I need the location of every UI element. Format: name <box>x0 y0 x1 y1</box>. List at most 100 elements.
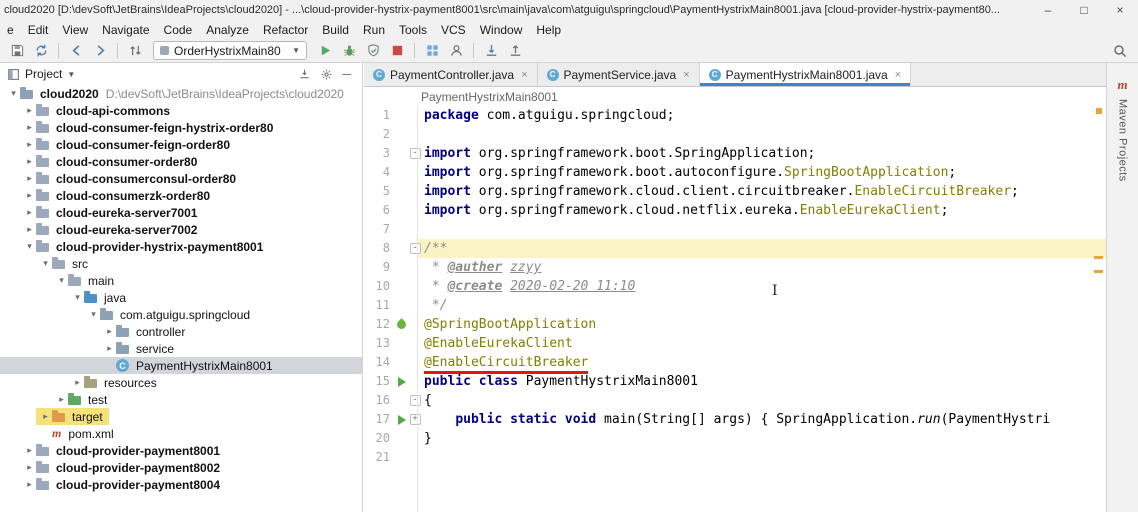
minimize-button[interactable]: – <box>1030 0 1066 20</box>
run-gutter-icon[interactable] <box>394 372 409 391</box>
menu-item-run[interactable]: Run <box>356 23 392 37</box>
tree-row[interactable]: ▾ com.atguigu.springcloud <box>0 306 362 323</box>
chevron-collapsed-icon[interactable]: ▸ <box>23 122 36 133</box>
project-panel-title[interactable]: Project <box>25 67 62 81</box>
tree-row[interactable]: ▸ target <box>0 408 362 425</box>
chevron-expanded-icon[interactable]: ▾ <box>55 275 68 286</box>
back-icon[interactable] <box>64 41 88 61</box>
code-line[interactable]: 4 import org.springframework.boot.autocon… <box>364 163 1106 182</box>
maximize-button[interactable]: □ <box>1066 0 1102 20</box>
tree-row[interactable]: ▸ cloud-provider-payment8001 <box>0 442 362 459</box>
code-line[interactable]: 7 <box>364 220 1106 239</box>
tree-row[interactable]: ▸ cloud-eureka-server7002 <box>0 221 362 238</box>
close-button[interactable]: × <box>1102 0 1138 20</box>
menu-item-code[interactable]: Code <box>157 23 200 37</box>
menu-item-e[interactable]: e <box>0 23 21 37</box>
menu-item-analyze[interactable]: Analyze <box>199 23 256 37</box>
tree-row[interactable]: ▸ resources <box>0 374 362 391</box>
code-line[interactable]: 17 + public static void main(String[] arg… <box>364 410 1106 429</box>
tree-row[interactable]: ▸ cloud-provider-payment8004 <box>0 476 362 493</box>
chevron-collapsed-icon[interactable]: ▸ <box>23 173 36 184</box>
maven-projects-tab[interactable]: Maven Projects <box>1117 99 1129 182</box>
code-line[interactable]: 14 @EnableCircuitBreaker <box>364 353 1106 374</box>
code-line[interactable]: 15 public class PaymentHystrixMain8001 <box>364 372 1106 391</box>
menu-item-vcs[interactable]: VCS <box>434 23 473 37</box>
fold-marker[interactable]: - <box>409 239 421 258</box>
code-line[interactable]: 13 @EnableEurekaClient <box>364 334 1106 353</box>
collapse-all-icon[interactable] <box>298 68 311 81</box>
code-line[interactable]: 21 <box>364 448 1106 467</box>
warning-stripe-mark[interactable] <box>1094 256 1103 259</box>
vcs-update-icon[interactable] <box>479 41 503 61</box>
run-with-coverage-button[interactable] <box>361 41 385 61</box>
chevron-collapsed-icon[interactable]: ▸ <box>23 479 36 490</box>
chevron-down-icon[interactable]: ▼ <box>67 70 75 79</box>
menu-item-window[interactable]: Window <box>473 23 530 37</box>
chevron-expanded-icon[interactable]: ▾ <box>87 309 100 320</box>
close-icon[interactable]: × <box>683 69 689 81</box>
close-icon[interactable]: × <box>521 69 527 81</box>
chevron-expanded-icon[interactable]: ▾ <box>23 241 36 252</box>
chevron-collapsed-icon[interactable]: ▸ <box>71 377 84 388</box>
warning-stripe-mark[interactable] <box>1094 270 1103 273</box>
tree-row[interactable]: C PaymentHystrixMain8001 <box>0 357 362 374</box>
tree-row[interactable]: ▾ src <box>0 255 362 272</box>
code-line[interactable]: 10 * @create 2020-02-20 11:10 <box>364 277 1106 296</box>
save-all-icon[interactable] <box>5 41 29 61</box>
chevron-collapsed-icon[interactable]: ▸ <box>23 445 36 456</box>
chevron-collapsed-icon[interactable]: ▸ <box>39 411 52 422</box>
code-line[interactable]: 11 */ <box>364 296 1106 315</box>
code-line[interactable]: 6 import org.springframework.cloud.netfli… <box>364 201 1106 220</box>
synchronize-icon[interactable] <box>29 41 53 61</box>
fold-marker[interactable]: + <box>409 410 421 429</box>
menu-item-build[interactable]: Build <box>315 23 356 37</box>
tree-row[interactable]: ▾ cloud-provider-hystrix-payment8001 <box>0 238 362 255</box>
chevron-collapsed-icon[interactable]: ▸ <box>23 224 36 235</box>
tree-row[interactable]: ▸ controller <box>0 323 362 340</box>
spring-gutter-icon[interactable] <box>394 315 409 334</box>
tree-row[interactable]: ▸ cloud-consumerconsul-order80 <box>0 170 362 187</box>
chevron-collapsed-icon[interactable]: ▸ <box>103 326 116 337</box>
run-configuration-select[interactable]: OrderHystrixMain80 ▼ <box>153 41 307 60</box>
menu-item-tools[interactable]: Tools <box>392 23 434 37</box>
stop-button[interactable] <box>385 41 409 61</box>
chevron-collapsed-icon[interactable]: ▸ <box>23 105 36 116</box>
close-icon[interactable]: × <box>895 69 901 81</box>
chevron-collapsed-icon[interactable]: ▸ <box>23 190 36 201</box>
search-everywhere-icon[interactable] <box>1108 41 1132 61</box>
menu-item-navigate[interactable]: Navigate <box>95 23 156 37</box>
code-line[interactable]: 5 import org.springframework.cloud.client… <box>364 182 1106 201</box>
code-line[interactable]: 9 * @auther zzyy <box>364 258 1106 277</box>
chevron-expanded-icon[interactable]: ▾ <box>7 88 20 99</box>
tree-row[interactable]: ▸ cloud-consumer-feign-hystrix-order80 <box>0 119 362 136</box>
code-line[interactable]: 8 -/** <box>364 239 1106 258</box>
code-line[interactable]: 20} <box>364 429 1106 448</box>
editor-tab[interactable]: C PaymentService.java × <box>537 63 700 86</box>
menu-item-help[interactable]: Help <box>529 23 568 37</box>
tree-row[interactable]: ▸ cloud-consumer-order80 <box>0 153 362 170</box>
hide-panel-icon[interactable]: ─ <box>342 68 351 80</box>
run-button[interactable] <box>313 41 337 61</box>
chevron-collapsed-icon[interactable]: ▸ <box>23 462 36 473</box>
fold-marker[interactable]: - <box>409 144 421 163</box>
code-line[interactable]: 1 package com.atguigu.springcloud; <box>364 106 1106 125</box>
tree-row[interactable]: m pom.xml <box>0 425 362 442</box>
code-line[interactable]: 12 @SpringBootApplication <box>364 315 1106 334</box>
code-line[interactable]: 2 <box>364 125 1106 144</box>
tree-row[interactable]: ▸ service <box>0 340 362 357</box>
settings-gear-icon[interactable] <box>320 68 333 81</box>
menu-item-edit[interactable]: Edit <box>21 23 56 37</box>
chevron-collapsed-icon[interactable]: ▸ <box>103 343 116 354</box>
tree-row[interactable]: ▸ cloud-consumerzk-order80 <box>0 187 362 204</box>
chevron-collapsed-icon[interactable]: ▸ <box>23 139 36 150</box>
tree-row[interactable]: ▸ test <box>0 391 362 408</box>
menu-item-refactor[interactable]: Refactor <box>256 23 315 37</box>
debug-button[interactable] <box>337 41 361 61</box>
navigate-up-down-icon[interactable] <box>123 41 147 61</box>
breadcrumb-item[interactable]: PaymentHystrixMain8001 <box>421 90 558 104</box>
vcs-commit-icon[interactable] <box>503 41 527 61</box>
code-line[interactable]: 16 -{ <box>364 391 1106 410</box>
tree-row[interactable]: ▸ cloud-provider-payment8002 <box>0 459 362 476</box>
forward-icon[interactable] <box>88 41 112 61</box>
run-gutter-icon[interactable] <box>394 410 409 429</box>
